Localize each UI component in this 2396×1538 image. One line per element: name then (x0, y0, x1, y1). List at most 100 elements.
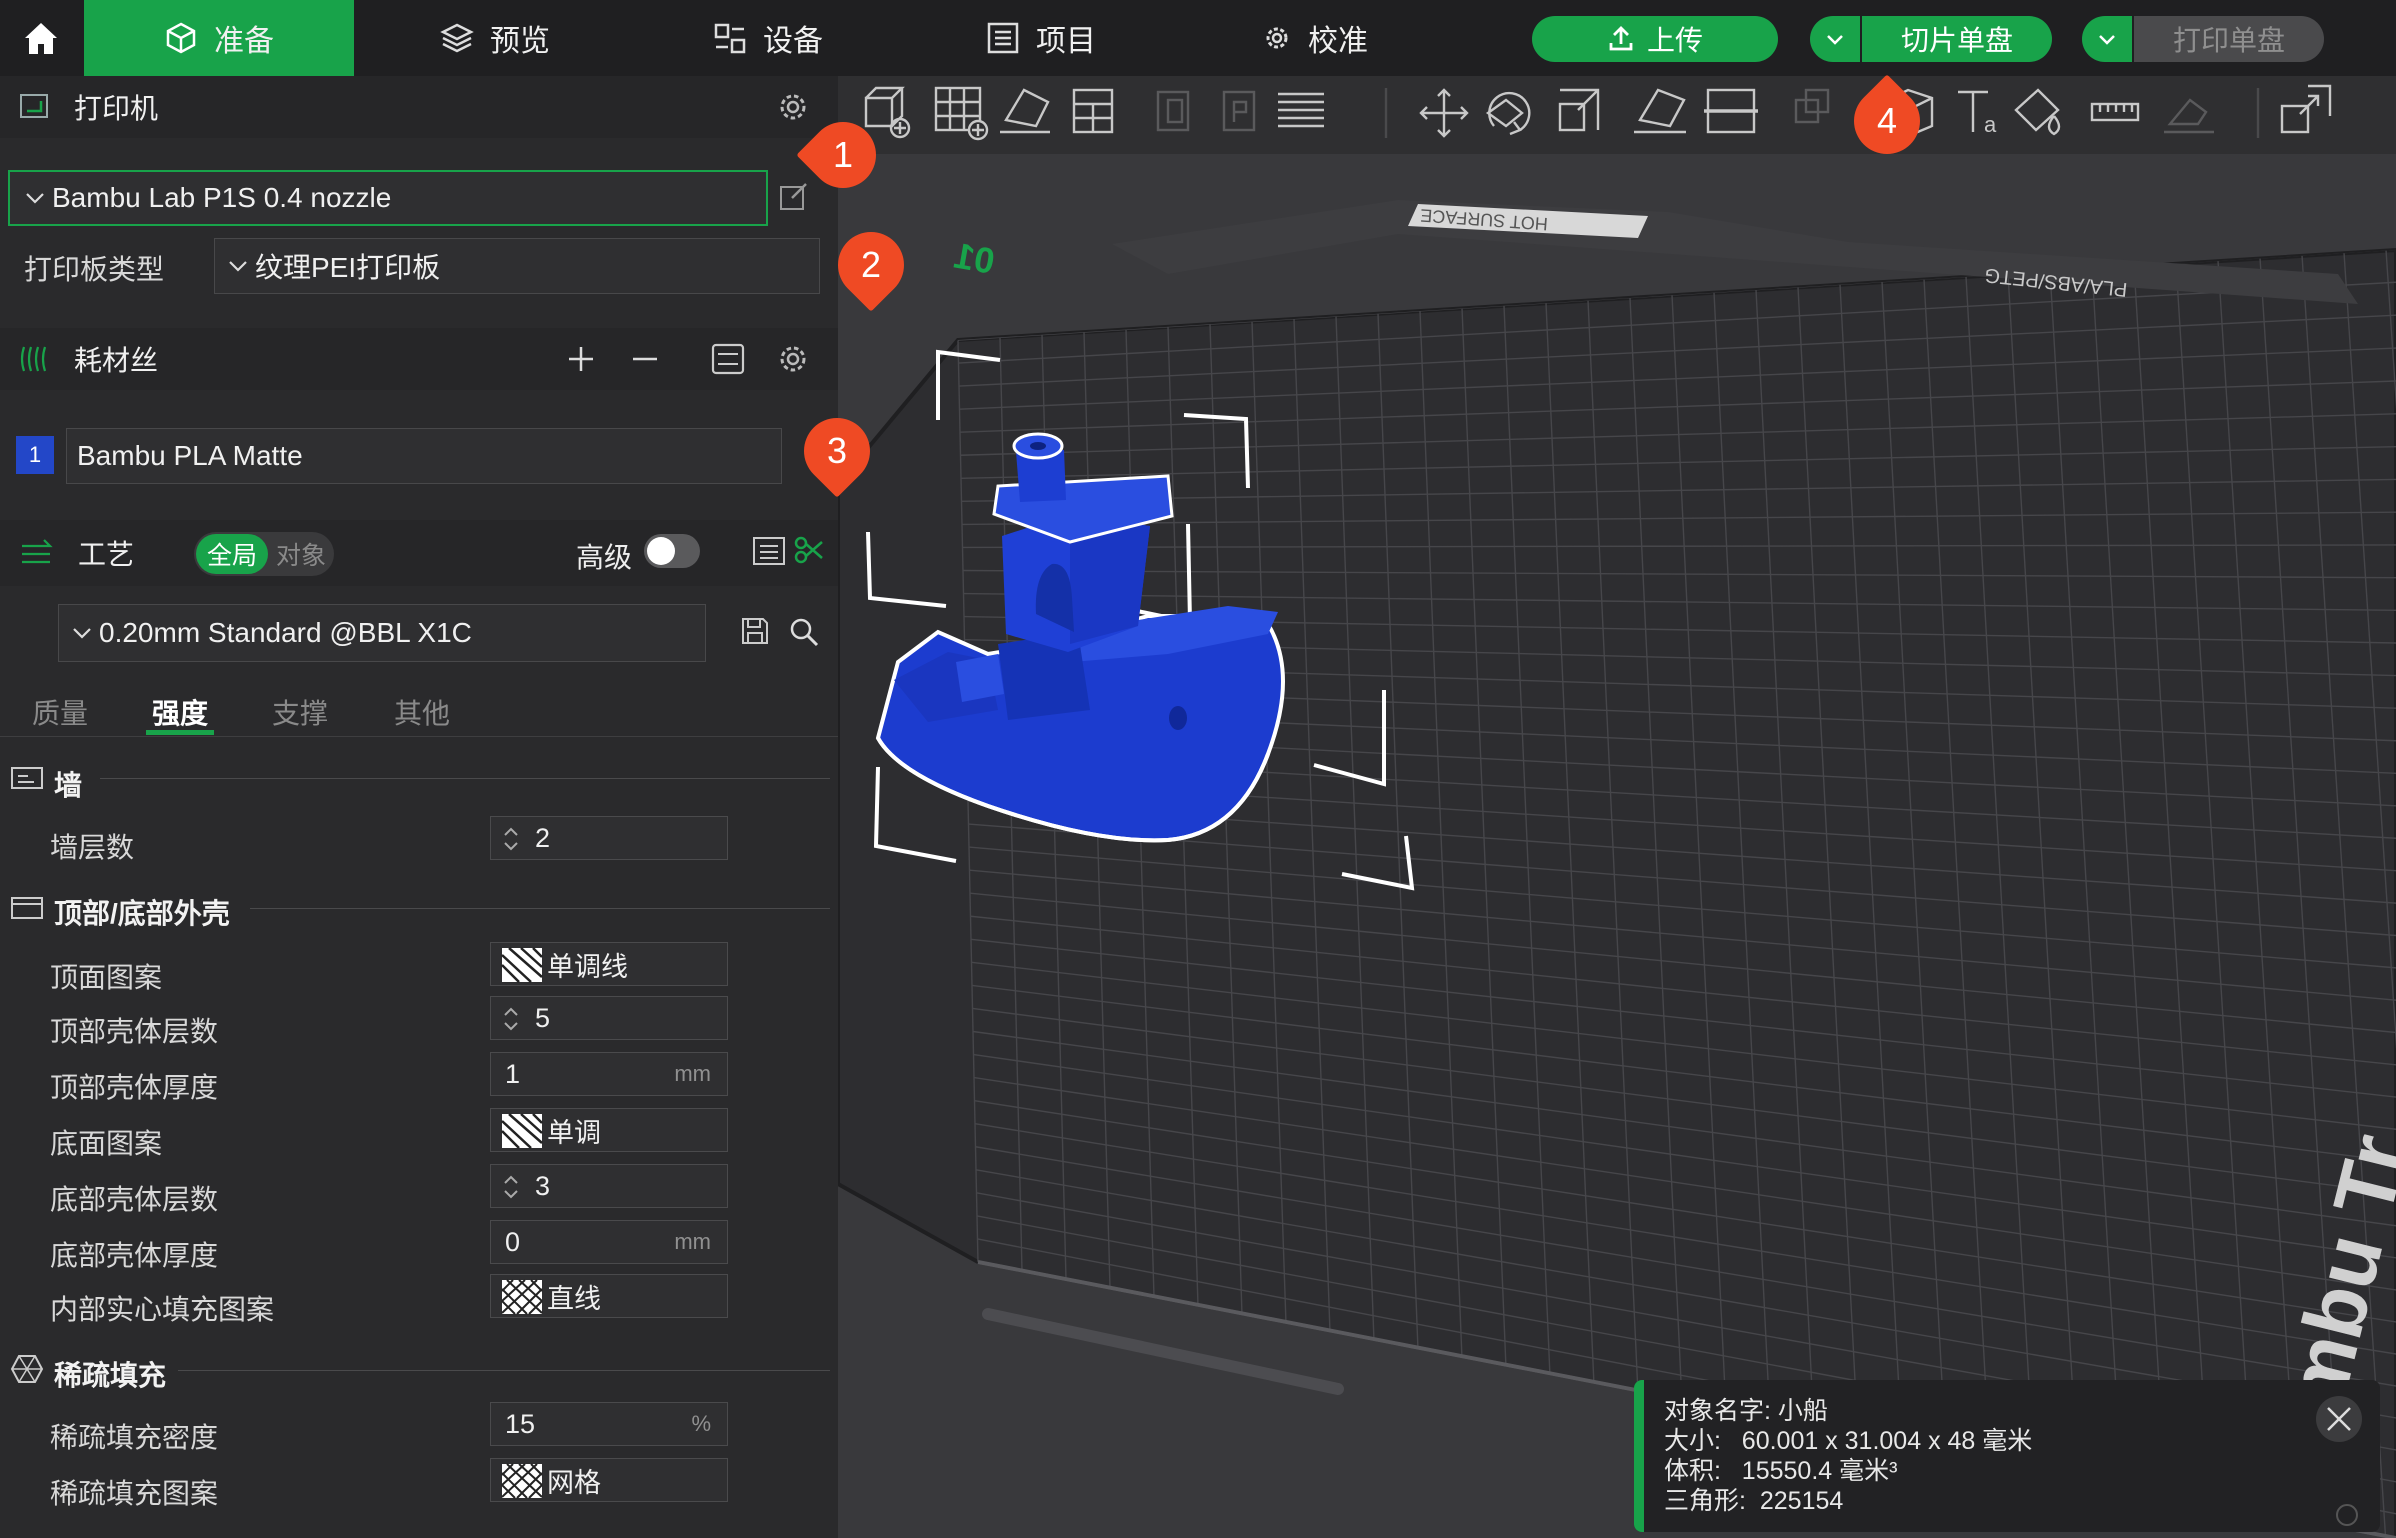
text-tool-icon[interactable]: a (1958, 90, 1997, 137)
top-thickness-value: 1 (505, 1058, 521, 1089)
info-volume-label: 体积: (1664, 1457, 1721, 1485)
bottom-pattern-label: 底面图案 (50, 1128, 163, 1159)
wall-section-title: 墙 (54, 770, 83, 801)
internal-solid-pattern-select[interactable]: 直线 (490, 1274, 728, 1318)
scope-global-option[interactable]: 全局 (196, 534, 268, 574)
search-icon[interactable] (788, 616, 820, 648)
info-size-row: 大小: 60.001 x 31.004 x 48 毫米 (1664, 1426, 2032, 1456)
info-name-label: 对象名字: (1664, 1397, 1771, 1425)
tab-calibration[interactable]: 校准 (1250, 0, 1380, 76)
assembly-icon[interactable] (2164, 98, 2214, 134)
info-accent-bar (1634, 1380, 1644, 1532)
list-icon (987, 22, 1019, 54)
tab-project[interactable]: 项目 (976, 0, 1106, 76)
rotate-icon[interactable] (1485, 91, 1531, 136)
plate-type-select[interactable]: 纹理PEI打印板 (214, 238, 820, 294)
lay-on-face-icon[interactable] (1634, 88, 1686, 134)
active-tab-indicator (146, 730, 214, 735)
sync-filament-icon[interactable] (710, 342, 746, 376)
measure-icon[interactable] (2090, 102, 2140, 122)
split-objects-icon[interactable] (1156, 90, 1190, 132)
bottom-pattern-select[interactable]: 单调 (490, 1108, 728, 1152)
top-layers-value: 5 (535, 1002, 551, 1033)
advanced-toggle[interactable] (644, 534, 700, 568)
stepper-icon[interactable] (501, 825, 521, 853)
top-layers-input[interactable]: 5 (490, 996, 728, 1040)
plate-number: 01 (951, 235, 998, 282)
filament-slot-badge[interactable]: 1 (16, 436, 54, 474)
collapse-toolbar-icon[interactable] (2280, 84, 2332, 134)
edit-icon[interactable] (778, 180, 810, 212)
infill-density-value: 15 (505, 1408, 536, 1439)
tab-preview[interactable]: 预览 (420, 0, 570, 76)
infill-density-label: 稀疏填充密度 (50, 1422, 219, 1453)
plate-type-value: 纹理PEI打印板 (255, 252, 441, 283)
object-info-panel: 对象名字: 小船 大小: 60.001 x 31.004 x 48 毫米 体积:… (1634, 1380, 2380, 1532)
3d-viewport[interactable]: 01 HOT SURFACE PLA/ABS/PETG mbu Tr (838, 154, 2396, 1538)
scale-icon[interactable] (1558, 88, 1600, 132)
color-paint-icon[interactable] (2014, 88, 2061, 136)
layers-variable-icon[interactable] (1278, 92, 1324, 128)
bottom-thickness-input[interactable]: 0 mm (490, 1220, 728, 1264)
toggle-knob (647, 537, 675, 565)
chevron-down-icon (229, 261, 247, 272)
print-plate-button[interactable]: 打印单盘 (2134, 16, 2324, 62)
arrange-icon[interactable] (1072, 88, 1114, 134)
wall-loops-input[interactable]: 2 (490, 816, 728, 860)
preset-tools-icon[interactable] (792, 534, 826, 566)
infill-pattern-label: 稀疏填充图案 (50, 1478, 219, 1509)
tab-preview-label: 预览 (490, 25, 550, 58)
save-icon[interactable] (740, 616, 770, 646)
stepper-icon[interactable] (501, 1005, 521, 1033)
add-plate-icon[interactable] (934, 86, 989, 141)
wall-loops-value: 2 (535, 822, 551, 853)
tab-strength[interactable]: 强度 (152, 692, 208, 732)
compare-list-icon[interactable] (752, 536, 786, 566)
slice-dropdown-button[interactable] (1810, 16, 1860, 62)
printer-settings-icon[interactable] (776, 90, 810, 124)
add-object-icon[interactable] (864, 86, 911, 139)
split-parts-icon[interactable] (1222, 90, 1256, 132)
top-pattern-select[interactable]: 单调线 (490, 942, 728, 986)
gear-icon (1266, 27, 1288, 49)
process-preset-value: 0.20mm Standard @BBL X1C (99, 617, 472, 648)
close-info-button[interactable] (2316, 1396, 2362, 1442)
scope-object-option[interactable]: 对象 (270, 534, 332, 574)
tab-support[interactable]: 支撑 (272, 692, 328, 732)
plate-edge-strip (1112, 200, 2358, 304)
slice-plate-label: 切片单盘 (1900, 25, 2013, 56)
info-size-label: 大小: (1664, 1427, 1721, 1455)
plus-icon[interactable] (566, 344, 596, 374)
upload-button[interactable]: 上传 (1532, 16, 1778, 62)
tab-prepare[interactable]: 准备 (84, 0, 354, 76)
bottom-layers-value: 3 (535, 1170, 551, 1201)
build-plate-scene[interactable]: 01 HOT SURFACE PLA/ABS/PETG mbu Tr (838, 154, 2396, 1538)
object-info-lines: 对象名字: 小船 大小: 60.001 x 31.004 x 48 毫米 体积:… (1664, 1396, 2032, 1516)
chevron-down-icon (1827, 35, 1843, 45)
stepper-icon[interactable] (501, 1173, 521, 1201)
tab-quality[interactable]: 质量 (32, 692, 88, 732)
tab-others[interactable]: 其他 (394, 692, 450, 732)
slice-plate-button[interactable]: 切片单盘 (1862, 16, 2052, 62)
printer-select[interactable]: Bambu Lab P1S 0.4 nozzle (8, 170, 768, 226)
move-icon[interactable] (1419, 88, 1469, 138)
cut-icon[interactable] (1704, 88, 1758, 134)
home-button[interactable] (0, 0, 82, 76)
top-thickness-input[interactable]: 1 mm (490, 1052, 728, 1096)
bottom-layers-input[interactable]: 3 (490, 1164, 728, 1208)
filament-settings-icon[interactable] (776, 342, 810, 376)
process-preset-select[interactable]: 0.20mm Standard @BBL X1C (58, 604, 706, 662)
print-dropdown-button[interactable] (2082, 16, 2132, 62)
info-triangles-value: 225154 (1759, 1487, 1844, 1515)
auto-orient-icon[interactable] (1000, 88, 1050, 134)
boolean-icon[interactable] (1794, 88, 1830, 124)
infill-density-input[interactable]: 15 % (490, 1402, 728, 1446)
collapse-info-icon[interactable] (2336, 1504, 2358, 1526)
plate-type-label: 打印板类型 (24, 254, 165, 285)
scope-toggle[interactable]: 全局 对象 (194, 532, 334, 576)
internal-solid-pattern-value: 直线 (547, 1283, 601, 1314)
minus-icon[interactable] (630, 344, 660, 374)
infill-pattern-select[interactable]: 网格 (490, 1458, 728, 1502)
tab-device[interactable]: 设备 (700, 0, 836, 76)
filament-select[interactable]: Bambu PLA Matte (66, 428, 782, 484)
